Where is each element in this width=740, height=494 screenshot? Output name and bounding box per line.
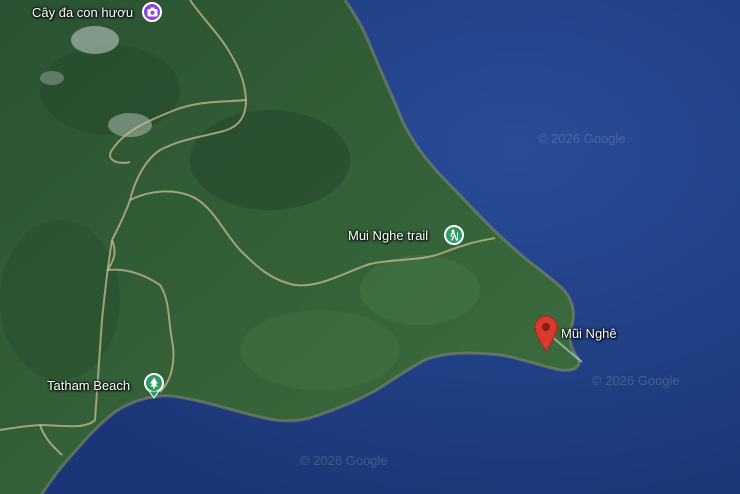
place-label-mui-nghe[interactable]: Mũi Nghê (561, 326, 617, 342)
forest-patch (360, 255, 480, 325)
place-label-mui-nghe-trail[interactable]: Mui Nghe trail (348, 228, 428, 244)
cloud-patch (108, 113, 152, 137)
google-watermark: © 2026 Google (538, 131, 626, 146)
google-watermark: © 2026 Google (592, 373, 680, 388)
map-pin-icon[interactable] (534, 315, 558, 353)
map-imagery (0, 0, 740, 494)
place-label-tatham-beach[interactable]: Tatham Beach (47, 378, 130, 394)
forest-patch (240, 310, 400, 390)
google-watermark: © 2026 Google (300, 453, 388, 468)
poi-pointer (148, 391, 160, 399)
place-label-cay-da[interactable]: Cây đa con hươu (32, 5, 133, 21)
cloud-patch (40, 71, 64, 85)
cloud-patch (71, 26, 119, 54)
tree-icon[interactable] (144, 373, 164, 393)
camera-icon[interactable] (142, 2, 162, 22)
forest-patch (190, 110, 350, 210)
forest-patch (0, 220, 120, 380)
satellite-map[interactable]: © 2026 Google © 2026 Google © 2026 Googl… (0, 0, 740, 494)
hiking-icon[interactable] (444, 225, 464, 245)
